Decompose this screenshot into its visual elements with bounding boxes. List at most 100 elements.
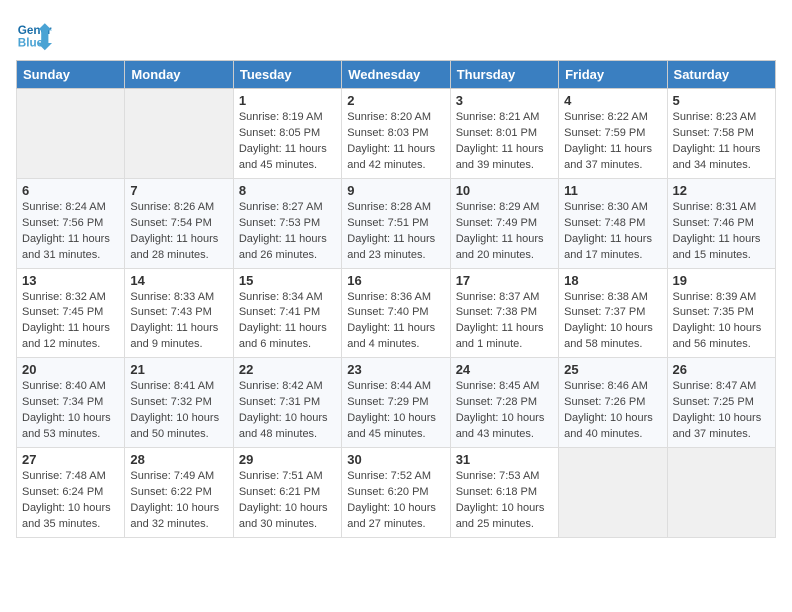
weekday-header-wednesday: Wednesday <box>342 61 450 89</box>
calendar-cell: 20 Sunrise: 8:40 AMSunset: 7:34 PMDayligh… <box>17 358 125 448</box>
calendar-cell: 16Sunrise: 8:36 AMSunset: 7:40 PMDayligh… <box>342 268 450 358</box>
calendar-cell: 5 Sunrise: 8:23 AMSunset: 7:58 PMDaylight… <box>667 89 775 179</box>
day-number: 5 <box>673 93 770 108</box>
logo: General Blue <box>16 16 52 52</box>
day-info: Sunrise: 8:44 AMSunset: 7:29 PMDaylight:… <box>347 379 444 443</box>
calendar-cell: 25Sunrise: 8:46 AMSunset: 7:26 PMDayligh… <box>559 358 667 448</box>
calendar-cell: 4 Sunrise: 8:22 AMSunset: 7:59 PMDaylight… <box>559 89 667 179</box>
day-number: 26 <box>673 362 770 377</box>
day-number: 30 <box>347 452 444 467</box>
calendar-cell: 2 Sunrise: 8:20 AMSunset: 8:03 PMDaylight… <box>342 89 450 179</box>
weekday-header-monday: Monday <box>125 61 233 89</box>
day-info: Sunrise: 8:19 AMSunset: 8:05 PMDaylight:… <box>239 110 336 174</box>
day-number: 29 <box>239 452 336 467</box>
day-info: Sunrise: 8:33 AMSunset: 7:43 PMDaylight:… <box>130 290 227 354</box>
day-info: Sunrise: 8:26 AMSunset: 7:54 PMDaylight:… <box>130 200 227 264</box>
week-row-2: 6 Sunrise: 8:24 AMSunset: 7:56 PMDaylight… <box>17 178 776 268</box>
day-info: Sunrise: 8:22 AMSunset: 7:59 PMDaylight:… <box>564 110 661 174</box>
day-number: 17 <box>456 273 553 288</box>
day-number: 15 <box>239 273 336 288</box>
week-row-1: 1Sunrise: 8:19 AMSunset: 8:05 PMDaylight… <box>17 89 776 179</box>
page-header: General Blue <box>16 16 776 52</box>
day-number: 24 <box>456 362 553 377</box>
calendar-cell: 12 Sunrise: 8:31 AMSunset: 7:46 PMDayligh… <box>667 178 775 268</box>
calendar-cell: 19 Sunrise: 8:39 AMSunset: 7:35 PMDayligh… <box>667 268 775 358</box>
calendar-cell: 9 Sunrise: 8:28 AMSunset: 7:51 PMDaylight… <box>342 178 450 268</box>
day-info: Sunrise: 8:41 AMSunset: 7:32 PMDaylight:… <box>130 379 227 443</box>
week-row-3: 13Sunrise: 8:32 AMSunset: 7:45 PMDayligh… <box>17 268 776 358</box>
calendar-cell <box>667 448 775 538</box>
day-info: Sunrise: 7:52 AMSunset: 6:20 PMDaylight:… <box>347 469 444 533</box>
day-info: Sunrise: 8:36 AMSunset: 7:40 PMDaylight:… <box>347 290 444 354</box>
calendar-cell: 15 Sunrise: 8:34 AMSunset: 7:41 PMDayligh… <box>233 268 341 358</box>
calendar-cell: 28Sunrise: 7:49 AMSunset: 6:22 PMDayligh… <box>125 448 233 538</box>
calendar-cell <box>17 89 125 179</box>
calendar-cell <box>559 448 667 538</box>
day-number: 7 <box>130 183 227 198</box>
calendar-cell: 6 Sunrise: 8:24 AMSunset: 7:56 PMDaylight… <box>17 178 125 268</box>
weekday-header-friday: Friday <box>559 61 667 89</box>
logo-icon: General Blue <box>16 16 52 52</box>
day-number: 23 <box>347 362 444 377</box>
calendar-cell: 18Sunrise: 8:38 AMSunset: 7:37 PMDayligh… <box>559 268 667 358</box>
weekday-header-saturday: Saturday <box>667 61 775 89</box>
day-info: Sunrise: 7:48 AMSunset: 6:24 PMDaylight:… <box>22 469 119 533</box>
day-number: 14 <box>130 273 227 288</box>
calendar-cell: 31 Sunrise: 7:53 AMSunset: 6:18 PMDayligh… <box>450 448 558 538</box>
week-row-5: 27 Sunrise: 7:48 AMSunset: 6:24 PMDayligh… <box>17 448 776 538</box>
day-info: Sunrise: 8:20 AMSunset: 8:03 PMDaylight:… <box>347 110 444 174</box>
day-number: 10 <box>456 183 553 198</box>
day-info: Sunrise: 8:28 AMSunset: 7:51 PMDaylight:… <box>347 200 444 264</box>
day-number: 12 <box>673 183 770 198</box>
day-number: 3 <box>456 93 553 108</box>
day-number: 31 <box>456 452 553 467</box>
day-number: 6 <box>22 183 119 198</box>
day-info: Sunrise: 8:24 AMSunset: 7:56 PMDaylight:… <box>22 200 119 264</box>
calendar-cell: 1Sunrise: 8:19 AMSunset: 8:05 PMDaylight… <box>233 89 341 179</box>
calendar-table: SundayMondayTuesdayWednesdayThursdayFrid… <box>16 60 776 538</box>
weekday-header-thursday: Thursday <box>450 61 558 89</box>
day-info: Sunrise: 8:29 AMSunset: 7:49 PMDaylight:… <box>456 200 553 264</box>
day-number: 28 <box>130 452 227 467</box>
calendar-cell: 24 Sunrise: 8:45 AMSunset: 7:28 PMDayligh… <box>450 358 558 448</box>
calendar-cell: 21 Sunrise: 8:41 AMSunset: 7:32 PMDayligh… <box>125 358 233 448</box>
calendar-cell: 8 Sunrise: 8:27 AMSunset: 7:53 PMDaylight… <box>233 178 341 268</box>
day-number: 22 <box>239 362 336 377</box>
day-number: 21 <box>130 362 227 377</box>
day-number: 13 <box>22 273 119 288</box>
day-info: Sunrise: 8:27 AMSunset: 7:53 PMDaylight:… <box>239 200 336 264</box>
day-number: 8 <box>239 183 336 198</box>
day-info: Sunrise: 8:40 AMSunset: 7:34 PMDaylight:… <box>22 379 119 443</box>
calendar-cell: 23 Sunrise: 8:44 AMSunset: 7:29 PMDayligh… <box>342 358 450 448</box>
calendar-cell: 22 Sunrise: 8:42 AMSunset: 7:31 PMDayligh… <box>233 358 341 448</box>
day-info: Sunrise: 7:53 AMSunset: 6:18 PMDaylight:… <box>456 469 553 533</box>
calendar-cell: 29 Sunrise: 7:51 AMSunset: 6:21 PMDayligh… <box>233 448 341 538</box>
day-info: Sunrise: 8:45 AMSunset: 7:28 PMDaylight:… <box>456 379 553 443</box>
calendar-cell: 7 Sunrise: 8:26 AMSunset: 7:54 PMDaylight… <box>125 178 233 268</box>
day-info: Sunrise: 8:23 AMSunset: 7:58 PMDaylight:… <box>673 110 770 174</box>
week-row-4: 20 Sunrise: 8:40 AMSunset: 7:34 PMDayligh… <box>17 358 776 448</box>
calendar-cell <box>125 89 233 179</box>
day-number: 9 <box>347 183 444 198</box>
day-number: 19 <box>673 273 770 288</box>
day-info: Sunrise: 8:47 AMSunset: 7:25 PMDaylight:… <box>673 379 770 443</box>
day-number: 11 <box>564 183 661 198</box>
day-info: Sunrise: 8:34 AMSunset: 7:41 PMDaylight:… <box>239 290 336 354</box>
day-number: 18 <box>564 273 661 288</box>
day-info: Sunrise: 8:31 AMSunset: 7:46 PMDaylight:… <box>673 200 770 264</box>
day-number: 4 <box>564 93 661 108</box>
calendar-cell: 11 Sunrise: 8:30 AMSunset: 7:48 PMDayligh… <box>559 178 667 268</box>
day-number: 27 <box>22 452 119 467</box>
day-info: Sunrise: 8:30 AMSunset: 7:48 PMDaylight:… <box>564 200 661 264</box>
day-info: Sunrise: 8:39 AMSunset: 7:35 PMDaylight:… <box>673 290 770 354</box>
day-info: Sunrise: 8:42 AMSunset: 7:31 PMDaylight:… <box>239 379 336 443</box>
calendar-cell: 27 Sunrise: 7:48 AMSunset: 6:24 PMDayligh… <box>17 448 125 538</box>
weekday-header-tuesday: Tuesday <box>233 61 341 89</box>
day-number: 20 <box>22 362 119 377</box>
calendar-cell: 26 Sunrise: 8:47 AMSunset: 7:25 PMDayligh… <box>667 358 775 448</box>
calendar-cell: 30 Sunrise: 7:52 AMSunset: 6:20 PMDayligh… <box>342 448 450 538</box>
day-info: Sunrise: 7:51 AMSunset: 6:21 PMDaylight:… <box>239 469 336 533</box>
day-info: Sunrise: 8:21 AMSunset: 8:01 PMDaylight:… <box>456 110 553 174</box>
day-info: Sunrise: 8:46 AMSunset: 7:26 PMDaylight:… <box>564 379 661 443</box>
day-number: 2 <box>347 93 444 108</box>
